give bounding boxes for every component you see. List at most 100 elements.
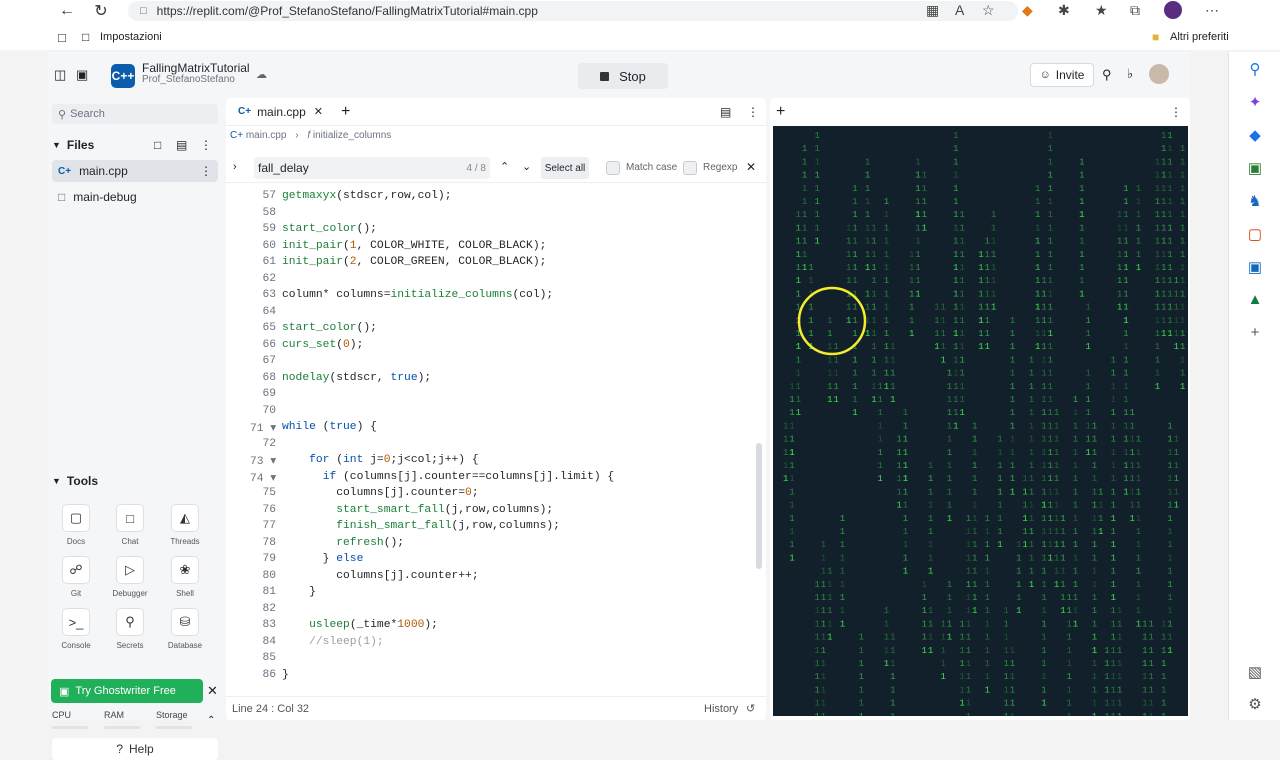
new-file-icon[interactable]: □ — [154, 138, 161, 152]
search-input[interactable]: ⚲ Search — [52, 104, 218, 124]
tool-secrets[interactable]: ⚲ Secrets — [102, 608, 158, 656]
address-bar[interactable]: □ https://replit.com/@Prof_StefanoStefan… — [128, 1, 1018, 21]
more-vertical-icon[interactable]: ⋮ — [1170, 105, 1182, 119]
user-avatar[interactable] — [1149, 64, 1169, 84]
code-line[interactable]: start_color(); — [282, 223, 377, 235]
tools-header[interactable]: ▼ Tools — [52, 474, 98, 488]
tab-main-cpp[interactable]: C+ main.cpp ✕ — [232, 101, 329, 123]
code-line[interactable]: columns[j].counter++; — [282, 570, 478, 582]
match-case-checkbox[interactable] — [606, 161, 620, 175]
invite-button[interactable]: ☺ Invite — [1030, 63, 1094, 87]
tool-docs[interactable]: ▢ Docs — [48, 504, 104, 552]
regexp-checkbox[interactable] — [683, 161, 697, 175]
tool-chat[interactable]: □ Chat — [102, 504, 158, 552]
shopping-icon[interactable]: ◆ — [1229, 118, 1280, 151]
layout-menu-icon[interactable]: ▣ — [76, 67, 88, 83]
back-arrow-icon[interactable]: ← — [56, 0, 78, 22]
code-line[interactable]: usleep(_time*1000); — [282, 619, 438, 631]
tool-shell[interactable]: ❀ Shell — [157, 556, 213, 604]
app-available-icon[interactable]: ▦ — [926, 2, 939, 19]
code-line[interactable]: start_smart_fall(j,row,columns); — [282, 504, 553, 516]
format-icon[interactable]: ▤ — [720, 105, 731, 119]
metamask-extension-icon[interactable]: ◆ — [1022, 2, 1033, 19]
close-tab-icon[interactable]: ✕ — [314, 105, 323, 118]
favorites-icon[interactable]: ★ — [1095, 2, 1108, 19]
add-icon[interactable]: + — [1229, 316, 1280, 349]
matrix-glyph: 1 — [1111, 699, 1116, 709]
other-bookmarks[interactable]: Altri preferiti — [1170, 31, 1229, 43]
tool-database[interactable]: ⛁ Database — [157, 608, 213, 656]
chevron-right-icon[interactable]: › — [233, 161, 237, 173]
file-item-main-cpp[interactable]: C+ main.cpp ⋮ — [52, 160, 218, 182]
code-line[interactable]: curs_set(0); — [282, 339, 363, 351]
code-line[interactable]: getmaxyx(stdscr,row,col); — [282, 190, 451, 202]
tool-console[interactable]: >_ Console — [48, 608, 104, 656]
find-input[interactable]: fall_delay 4 / 8 — [254, 157, 490, 179]
file-item-main-debug[interactable]: □ main-debug — [52, 186, 218, 208]
games-icon[interactable]: ♞ — [1229, 184, 1280, 217]
console-output[interactable]: 1111111111111111111111111111111111111111… — [773, 126, 1188, 716]
bookmark-impostazioni[interactable]: Impostazioni — [100, 31, 162, 43]
read-aloud-icon[interactable]: A — [955, 2, 964, 18]
chevron-up-icon[interactable]: ⌃ — [207, 715, 215, 726]
sidebar-layout-icon[interactable]: ▧ — [1229, 655, 1280, 688]
select-all-button[interactable]: Select all — [541, 157, 589, 179]
previous-match-icon[interactable]: ⌃ — [500, 160, 509, 173]
code-line[interactable]: } — [282, 669, 289, 681]
notifications-bell-icon[interactable]: ♭ — [1127, 66, 1133, 82]
code-area[interactable]: 57 getmaxyx(stdscr,row,col); 58 59 start_… — [226, 188, 766, 682]
more-vertical-icon[interactable]: ⋮ — [200, 138, 212, 152]
history-button[interactable]: History — [704, 703, 738, 715]
code-line[interactable]: refresh(); — [282, 537, 404, 549]
reload-icon[interactable]: ↻ — [90, 0, 112, 22]
stop-button[interactable]: Stop — [578, 63, 668, 89]
settings-gear-icon[interactable]: ⚙ — [1229, 687, 1280, 720]
files-header[interactable]: ▼ Files □ ▤ ⋮ — [52, 136, 218, 154]
favorite-star-icon[interactable]: ☆ — [982, 2, 995, 19]
cursor-position[interactable]: Line 24 : Col 32 — [232, 703, 309, 715]
tool-threads[interactable]: ◭ Threads — [157, 504, 213, 552]
code-line[interactable]: nodelay(stdscr, true); — [282, 372, 431, 384]
project-owner[interactable]: Prof_StefanoStefano — [142, 74, 250, 85]
sidebar-toggle-icon[interactable]: ◫ — [54, 67, 66, 83]
search-icon[interactable]: ⚲ — [1102, 67, 1112, 83]
profile-avatar[interactable] — [1164, 1, 1182, 19]
code-line[interactable]: if (columns[j].counter==columns[j].limit… — [282, 471, 615, 483]
tools-icon[interactable]: ▣ — [1229, 151, 1280, 184]
tool-debugger[interactable]: ▷ Debugger — [102, 556, 158, 604]
code-line[interactable]: for (int j=0;j<col;j++) { — [282, 454, 479, 466]
code-line[interactable]: //sleep(1); — [282, 636, 384, 648]
file-menu-icon[interactable]: ⋮ — [200, 164, 212, 178]
history-icon[interactable]: ↺ — [746, 702, 755, 715]
next-match-icon[interactable]: ⌄ — [522, 160, 531, 173]
code-line[interactable]: } else — [282, 553, 364, 565]
tool-git[interactable]: ☍ Git — [48, 556, 104, 604]
matrix-glyph: 1 — [1016, 540, 1021, 550]
code-line[interactable]: init_pair(1, COLOR_WHITE, COLOR_BLACK); — [282, 240, 546, 252]
close-find-icon[interactable]: ✕ — [746, 160, 756, 174]
new-tab-icon[interactable]: + — [776, 103, 785, 121]
code-line[interactable]: finish_smart_fall(j,row,columns); — [282, 520, 560, 532]
more-menu-icon[interactable]: ⋯ — [1205, 2, 1219, 19]
new-folder-icon[interactable]: ▤ — [176, 138, 187, 152]
copilot-icon[interactable]: ✦ — [1229, 85, 1280, 118]
try-ghostwriter-button[interactable]: ▣ Try Ghostwriter Free — [51, 679, 203, 703]
editor-scrollbar[interactable] — [756, 443, 762, 569]
code-line[interactable]: start_color(); — [282, 322, 377, 334]
code-line[interactable]: init_pair(2, COLOR_GREEN, COLOR_BLACK); — [282, 256, 546, 268]
code-line[interactable]: } — [282, 586, 316, 598]
tree-icon[interactable]: ▲ — [1229, 283, 1280, 316]
code-line[interactable]: column* columns=initialize_columns(col); — [282, 289, 553, 301]
more-vertical-icon[interactable]: ⋮ — [747, 105, 759, 119]
office-icon[interactable]: ▢ — [1229, 217, 1280, 250]
close-icon[interactable]: ✕ — [207, 683, 218, 699]
collections-icon[interactable]: ⧉ — [1130, 2, 1140, 19]
help-button[interactable]: ? Help — [52, 738, 218, 760]
code-line[interactable]: columns[j].counter=0; — [282, 487, 478, 499]
code-line[interactable]: while (true) { — [282, 421, 377, 433]
project-name[interactable]: FallingMatrixTutorial — [142, 62, 250, 74]
outlook-icon[interactable]: ▣ — [1229, 250, 1280, 283]
search-icon[interactable]: ⚲ — [1229, 52, 1280, 85]
extensions-icon[interactable]: ✱ — [1058, 2, 1070, 19]
new-tab-icon[interactable]: + — [341, 103, 350, 121]
